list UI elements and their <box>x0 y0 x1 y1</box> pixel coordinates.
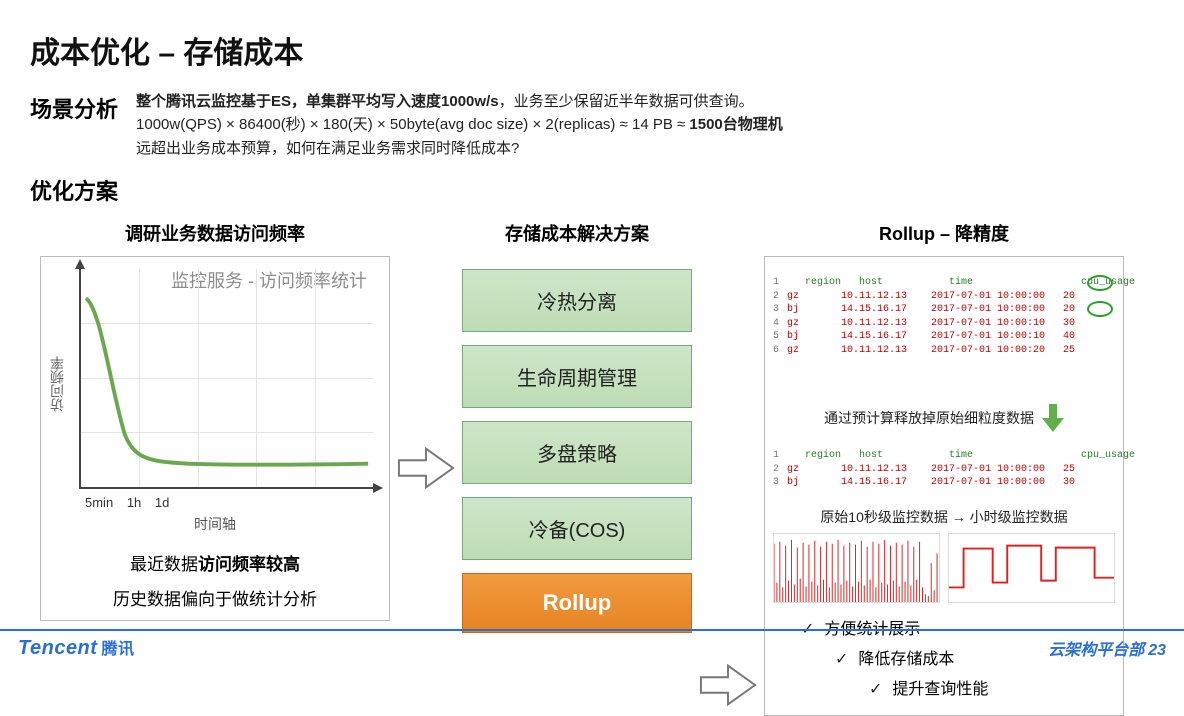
footer-page: 23 <box>1148 642 1166 659</box>
col1-head: 调研业务数据访问频率 <box>40 220 390 246</box>
spark-raw <box>773 533 940 603</box>
chart-curve <box>81 269 373 473</box>
t1r2: gz 10.11.12.13 2017-07-01 10:00:10 30 <box>787 318 1075 329</box>
panel1-note1: 最近数据访问频率较高 <box>51 550 379 575</box>
col-solutions: 存储成本解决方案 冷热分离 生命周期管理 多盘策略 冷备(COS) Rollup <box>462 220 692 633</box>
solution-box-3: 冷备(COS) <box>462 497 692 560</box>
bullet-2: 提升查询性能 <box>869 675 1115 699</box>
green-down-arrow-icon <box>1042 404 1064 432</box>
solution-box-1: 生命周期管理 <box>462 345 692 408</box>
col2-head: 存储成本解决方案 <box>462 220 692 246</box>
t1h: region host time cpu_usage <box>787 277 1135 288</box>
col-research: 调研业务数据访问频率 监控服务 - 访问频率统计 访问频率 <box>40 220 390 621</box>
scene-l1a: 整个腾讯云监控基于ES，单集群平均写入速度1000w/s <box>136 93 499 110</box>
scene-l2b: 1500台物理机 <box>689 116 782 133</box>
t1r1: bj 14.15.16.17 2017-07-01 10:00:00 20 <box>787 304 1075 315</box>
t1r4: gz 10.11.12.13 2017-07-01 10:00:20 25 <box>787 345 1075 356</box>
arrow-right-icon <box>396 445 456 491</box>
agg-table: 1 region host time cpu_usage 2gz 10.11.1… <box>773 436 1115 504</box>
scene-l3: 远超出业务成本预算，如何在满足业务需求同时降低成本? <box>136 137 783 160</box>
t1r0: gz 10.11.12.13 2017-07-01 10:00:00 20 <box>787 291 1075 302</box>
p1n1b: 访问频率较高 <box>198 555 300 574</box>
circle-marker-icon <box>1087 275 1113 291</box>
brand-en: Tencent <box>18 637 97 659</box>
col3-head: Rollup – 降精度 <box>764 220 1124 246</box>
t2h: region host time cpu_usage <box>787 450 1135 461</box>
slide-title: 成本优化 – 存储成本 <box>30 28 1154 72</box>
arrow-right-icon <box>698 662 758 708</box>
page-number: 云架构平台部23 <box>1048 636 1166 660</box>
footer-dept: 云架构平台部 <box>1048 642 1144 659</box>
spark-row <box>773 533 1115 603</box>
spark-agg <box>948 533 1115 603</box>
chart-xticks: 5min 1h 1d <box>85 495 379 510</box>
scene-l1b: ，业务至少保留近半年数据可供查询。 <box>499 93 754 110</box>
t2r1: bj 14.15.16.17 2017-07-01 10:00:00 30 <box>787 477 1075 488</box>
xtick-1: 1h <box>127 495 141 510</box>
solution-box-2: 多盘策略 <box>462 421 692 484</box>
rollup-mid1: 通过预计算释放掉原始细粒度数据 <box>824 408 1034 428</box>
solution-box-rollup: Rollup <box>462 573 692 633</box>
chart-xlabel: 时间轴 <box>51 514 379 534</box>
y-arrow-icon <box>75 259 85 269</box>
p1n1a: 最近数据 <box>130 555 198 574</box>
raw-table: 1 region host time cpu_usage 2gz 10.11.1… <box>773 263 1115 398</box>
chart-ylabel: 访问频率 <box>47 356 67 412</box>
solution-box-0: 冷热分离 <box>462 269 692 332</box>
rollup-mid2: 原始10秒级监控数据 → 小时级监控数据 <box>773 507 1115 527</box>
x-arrow-icon <box>373 483 383 493</box>
xtick-0: 5min <box>85 495 113 510</box>
t1r3: bj 14.15.16.17 2017-07-01 10:00:10 40 <box>787 331 1075 342</box>
chart-panel: 监控服务 - 访问频率统计 访问频率 5min 1h 1d <box>40 256 390 621</box>
brand-cn: 腾讯 <box>101 641 134 658</box>
scene-l2a: 1000w(QPS) × 86400(秒) × 180(天) × 50byte(… <box>136 116 689 133</box>
scene-body: 整个腾讯云监控基于ES，单集群平均写入速度1000w/s，业务至少保留近半年数据… <box>136 90 783 160</box>
t2r0: gz 10.11.12.13 2017-07-01 10:00:00 25 <box>787 464 1075 475</box>
opt-label: 优化方案 <box>30 174 1154 206</box>
panel1-note2: 历史数据偏向于做统计分析 <box>51 585 379 610</box>
brand-logo: Tencent腾讯 <box>18 635 134 660</box>
xtick-2: 1d <box>155 495 169 510</box>
rollup-mid1-row: 通过预计算释放掉原始细粒度数据 <box>773 404 1115 432</box>
footer: Tencent腾讯 云架构平台部23 <box>0 629 1184 666</box>
chart-axes: 监控服务 - 访问频率统计 访问频率 <box>79 269 373 489</box>
scene-label: 场景分析 <box>30 90 118 160</box>
circle-marker-icon <box>1087 301 1113 317</box>
